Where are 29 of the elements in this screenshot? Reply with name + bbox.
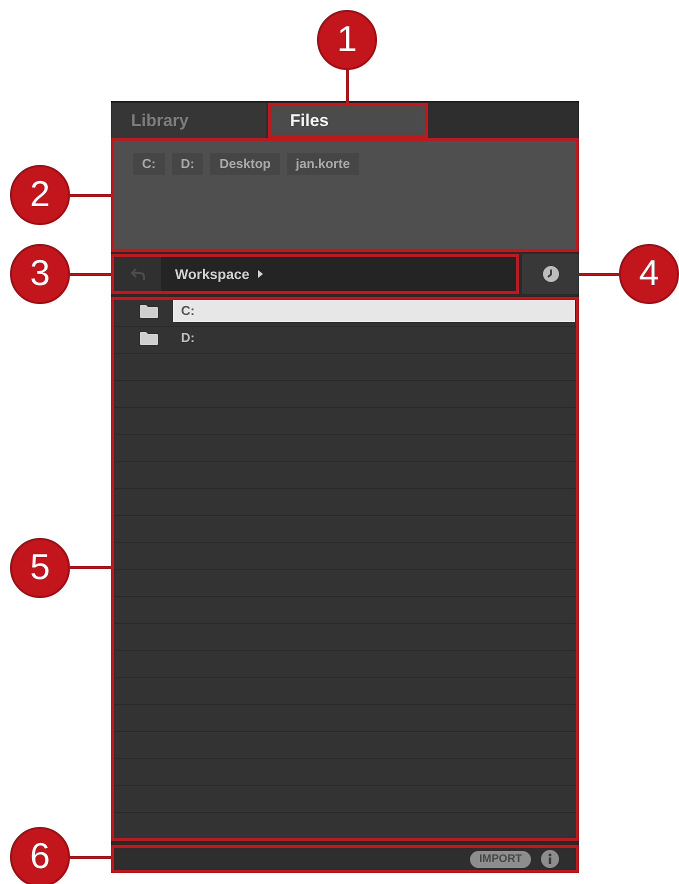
file-row[interactable]: C: (173, 300, 575, 322)
favorite-button[interactable]: Desktop (210, 153, 280, 175)
favorite-button[interactable]: C: (133, 153, 165, 175)
import-button[interactable]: IMPORT (470, 850, 531, 868)
folder-icon (140, 305, 158, 318)
leader-line (579, 272, 619, 276)
path-segment[interactable]: Workspace (161, 257, 264, 291)
leader-line (70, 566, 111, 569)
caret-icon (258, 270, 264, 278)
callout-number: 5 (10, 538, 70, 598)
leader-line (346, 70, 348, 103)
leader-line (70, 272, 111, 276)
favorite-button[interactable]: jan.korte (286, 153, 359, 175)
callout-number: 3 (10, 244, 70, 304)
back-arrow-icon (130, 268, 144, 280)
favorite-button[interactable]: D: (172, 153, 204, 175)
callout-number: 2 (10, 165, 70, 225)
clock-icon (542, 266, 558, 282)
leader-line (70, 194, 111, 196)
file-row[interactable]: D: (173, 327, 575, 349)
leader-line (70, 856, 111, 858)
callout-number: 4 (619, 244, 679, 304)
callout-number: 1 (317, 10, 377, 70)
tab[interactable]: Library (111, 103, 266, 138)
info-icon[interactable] (541, 850, 559, 868)
callout-number: 6 (10, 827, 70, 884)
folder-icon (140, 332, 158, 345)
tab[interactable]: Files (268, 103, 428, 138)
recent-button[interactable] (522, 254, 579, 294)
